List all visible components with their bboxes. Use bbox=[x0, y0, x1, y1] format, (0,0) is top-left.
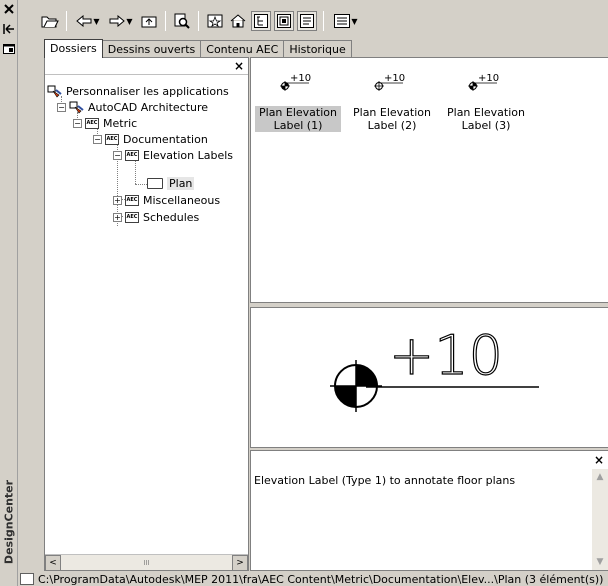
tree-view-toggle-icon[interactable] bbox=[251, 11, 271, 31]
home-icon[interactable] bbox=[228, 11, 248, 31]
close-icon[interactable] bbox=[2, 2, 16, 16]
tree-header bbox=[45, 58, 248, 75]
toolbar-separator bbox=[198, 11, 199, 31]
svg-text:+10: +10 bbox=[384, 73, 405, 84]
svg-text:+10: +10 bbox=[290, 73, 311, 84]
up-icon[interactable] bbox=[139, 11, 159, 31]
tree-horizontal-scrollbar[interactable]: < III > bbox=[45, 554, 248, 571]
tree-item-label: Personnaliser les applications bbox=[66, 85, 229, 98]
aec-folder-icon: AEC bbox=[125, 150, 139, 161]
tree-item-label: AutoCAD Architecture bbox=[88, 101, 209, 114]
preview-panel: +10 bbox=[250, 307, 608, 448]
scroll-thumb[interactable]: III bbox=[61, 555, 232, 571]
content-item[interactable]: +10 Plan Elevation Label (2) bbox=[349, 72, 435, 132]
tree-item-label: Miscellaneous bbox=[143, 194, 221, 207]
elevation-thumbnail: +10 bbox=[443, 72, 529, 102]
toolbar-separator bbox=[323, 11, 324, 31]
description-text: Elevation Label (Type 1) to annotate flo… bbox=[254, 474, 516, 487]
scroll-right-button[interactable]: > bbox=[232, 554, 248, 571]
search-icon[interactable] bbox=[172, 11, 192, 31]
collapse-icon[interactable]: − bbox=[113, 151, 122, 160]
elevation-thumbnail: +10 bbox=[349, 72, 435, 102]
content-item-label: Plan Elevation Label (2) bbox=[353, 106, 431, 132]
svg-text:+10: +10 bbox=[389, 324, 503, 387]
tab-dossiers[interactable]: Dossiers bbox=[44, 39, 103, 58]
tree-item-personnaliser[interactable]: Personnaliser les applications bbox=[47, 84, 229, 99]
toolbar: ▼ ▼ ▼ bbox=[40, 6, 608, 36]
aec-folder-icon: AEC bbox=[105, 134, 119, 145]
svg-text:+10: +10 bbox=[478, 73, 499, 84]
tab-contenu-aec[interactable]: Contenu AEC bbox=[200, 40, 285, 57]
content-area: +10 Plan Elevation Label (1) +10 Plan El… bbox=[250, 57, 608, 303]
status-path: C:\ProgramData\Autodesk\MEP 2011\fra\AEC… bbox=[38, 572, 604, 586]
expand-icon[interactable]: + bbox=[113, 213, 122, 222]
tree-item-plan[interactable]: Plan bbox=[147, 176, 195, 191]
folder-tree-panel: × Personnaliser les applications − AutoC… bbox=[44, 57, 249, 571]
aec-folder-icon: AEC bbox=[85, 118, 99, 129]
toolbar-separator bbox=[165, 11, 166, 31]
tree-item-label: Schedules bbox=[143, 211, 200, 224]
tree-item-schedules[interactable]: + AEC Schedules bbox=[113, 210, 199, 225]
content-item-label: Plan Elevation Label (3) bbox=[447, 106, 525, 132]
tree-item-elevation-labels[interactable]: − AEC Elevation Labels bbox=[113, 148, 233, 163]
description-toggle-icon[interactable] bbox=[297, 11, 317, 31]
application-icon bbox=[47, 85, 62, 98]
expand-icon[interactable]: + bbox=[113, 196, 122, 205]
tree-item-label: Elevation Labels bbox=[143, 149, 233, 162]
toolbar-separator bbox=[66, 11, 67, 31]
status-bar: C:\ProgramData\Autodesk\MEP 2011\fra\AEC… bbox=[18, 572, 608, 586]
scroll-up-icon[interactable]: ▲ bbox=[592, 469, 608, 485]
tree-close-icon[interactable]: × bbox=[233, 60, 245, 72]
views-icon[interactable]: ▼ bbox=[330, 11, 362, 31]
autohide-icon[interactable] bbox=[2, 22, 16, 36]
content-item[interactable]: +10 Plan Elevation Label (3) bbox=[443, 72, 529, 132]
scroll-left-button[interactable]: < bbox=[45, 554, 61, 571]
scroll-down-icon[interactable]: ▼ bbox=[592, 554, 608, 570]
collapse-icon[interactable]: − bbox=[93, 135, 102, 144]
aec-folder-icon: AEC bbox=[125, 212, 139, 223]
tab-historique[interactable]: Historique bbox=[283, 40, 352, 57]
tree-item-metric[interactable]: − AEC Metric bbox=[73, 116, 137, 131]
tree-item-autocad-architecture[interactable]: − AutoCAD Architecture bbox=[57, 100, 208, 115]
properties-icon[interactable] bbox=[2, 42, 16, 56]
tree-item-label: Metric bbox=[103, 117, 138, 130]
tree-item-label: Plan bbox=[167, 177, 195, 190]
description-vertical-scrollbar[interactable]: ▲ ▼ bbox=[592, 469, 608, 570]
description-panel: × Elevation Label (Type 1) to annotate f… bbox=[250, 450, 608, 571]
folder-icon bbox=[147, 178, 163, 189]
content-item[interactable]: +10 Plan Elevation Label (1) bbox=[255, 72, 341, 132]
collapse-icon[interactable]: − bbox=[57, 103, 66, 112]
description-close-icon[interactable]: × bbox=[594, 453, 604, 467]
favorites-icon[interactable] bbox=[205, 11, 225, 31]
application-icon bbox=[69, 101, 84, 114]
elevation-label-preview: +10 bbox=[330, 323, 539, 412]
load-icon[interactable] bbox=[40, 11, 60, 31]
tab-bar: Dossiers Dessins ouverts Contenu AEC His… bbox=[44, 38, 352, 58]
tree-item-label: Documentation bbox=[123, 133, 208, 146]
content-item-label: Plan Elevation Label (1) bbox=[255, 106, 341, 132]
preview-toggle-icon[interactable] bbox=[274, 11, 294, 31]
elevation-thumbnail: +10 bbox=[255, 72, 341, 102]
tab-dessins-ouverts[interactable]: Dessins ouverts bbox=[101, 40, 202, 57]
tree-item-miscellaneous[interactable]: + AEC Miscellaneous bbox=[113, 193, 220, 208]
forward-icon[interactable]: ▼ bbox=[106, 11, 136, 31]
palette-title: DesignCenter bbox=[2, 479, 16, 565]
tree-item-documentation[interactable]: − AEC Documentation bbox=[93, 132, 208, 147]
back-icon[interactable]: ▼ bbox=[73, 11, 103, 31]
collapse-icon[interactable]: − bbox=[73, 119, 82, 128]
status-icon bbox=[20, 573, 34, 585]
palette-title-strip: DesignCenter bbox=[0, 0, 18, 586]
aec-folder-icon: AEC bbox=[125, 195, 139, 206]
